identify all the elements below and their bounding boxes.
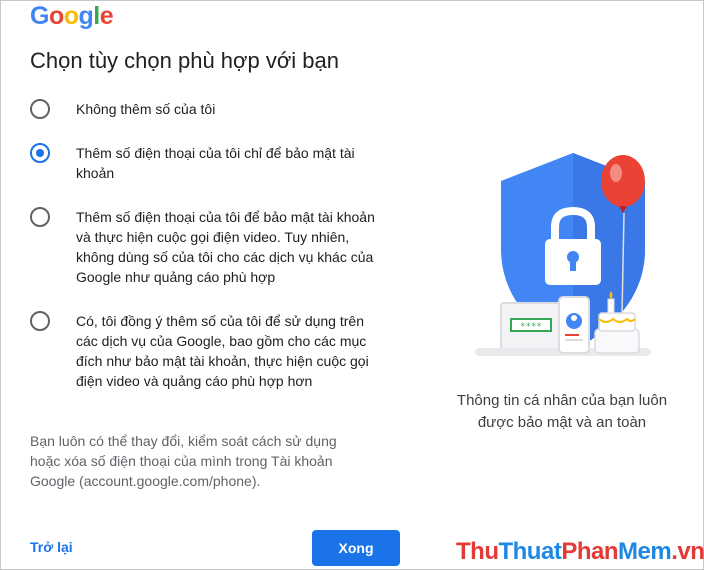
radio-button[interactable] [30, 99, 50, 119]
option-label: Thêm số điện thoại của tôi để bảo mật tà… [76, 209, 375, 285]
radio-button[interactable] [30, 207, 50, 227]
security-illustration: **** [475, 153, 651, 356]
google-logo: Google [30, 2, 114, 30]
option-no-number[interactable]: Không thêm số của tôi [30, 99, 430, 119]
radio-button[interactable] [30, 311, 50, 331]
watermark-part: Thu [456, 538, 499, 565]
logo-letter: G [30, 2, 49, 30]
watermark-part: Mem [618, 538, 672, 565]
watermark: ThuThuatPhanMem.vn [456, 538, 704, 566]
dialog-frame: Google Chọn tùy chọn phù hợp với bạn Khô… [0, 0, 704, 570]
phone-icon [558, 296, 590, 354]
watermark-part: .vn [671, 538, 704, 565]
info-note: Bạn luôn có thể thay đổi, kiểm soát cách… [30, 433, 337, 489]
page-title: Chọn tùy chọn phù hợp với bạn [30, 48, 339, 73]
option-all-services[interactable]: Có, tôi đồng ý thêm số của tôi để sử dụn… [30, 311, 430, 391]
option-label: Thêm số điện thoại của tôi chỉ để bảo mậ… [76, 145, 355, 181]
logo-letter: e [99, 2, 114, 30]
logo-letter: o [48, 2, 64, 30]
option-label: Không thêm số của tôi [76, 101, 216, 117]
option-security-and-video[interactable]: Thêm số điện thoại của tôi để bảo mật tà… [30, 207, 430, 287]
watermark-part: Phan [561, 538, 618, 565]
illustration-caption: Thông tin cá nhân của bạn luôn được bảo … [456, 392, 668, 431]
logo-letter: g [78, 2, 94, 30]
done-button[interactable]: Xong [312, 530, 400, 566]
logo-letter: o [63, 2, 79, 30]
password-mask: **** [520, 322, 542, 332]
option-security-only[interactable]: Thêm số điện thoại của tôi chỉ để bảo mậ… [30, 143, 430, 183]
radio-button-selected[interactable] [30, 143, 50, 163]
option-label: Có, tôi đồng ý thêm số của tôi để sử dụn… [76, 313, 369, 389]
back-button[interactable]: Trở lại [30, 538, 73, 556]
watermark-part: Thuat [498, 538, 562, 565]
